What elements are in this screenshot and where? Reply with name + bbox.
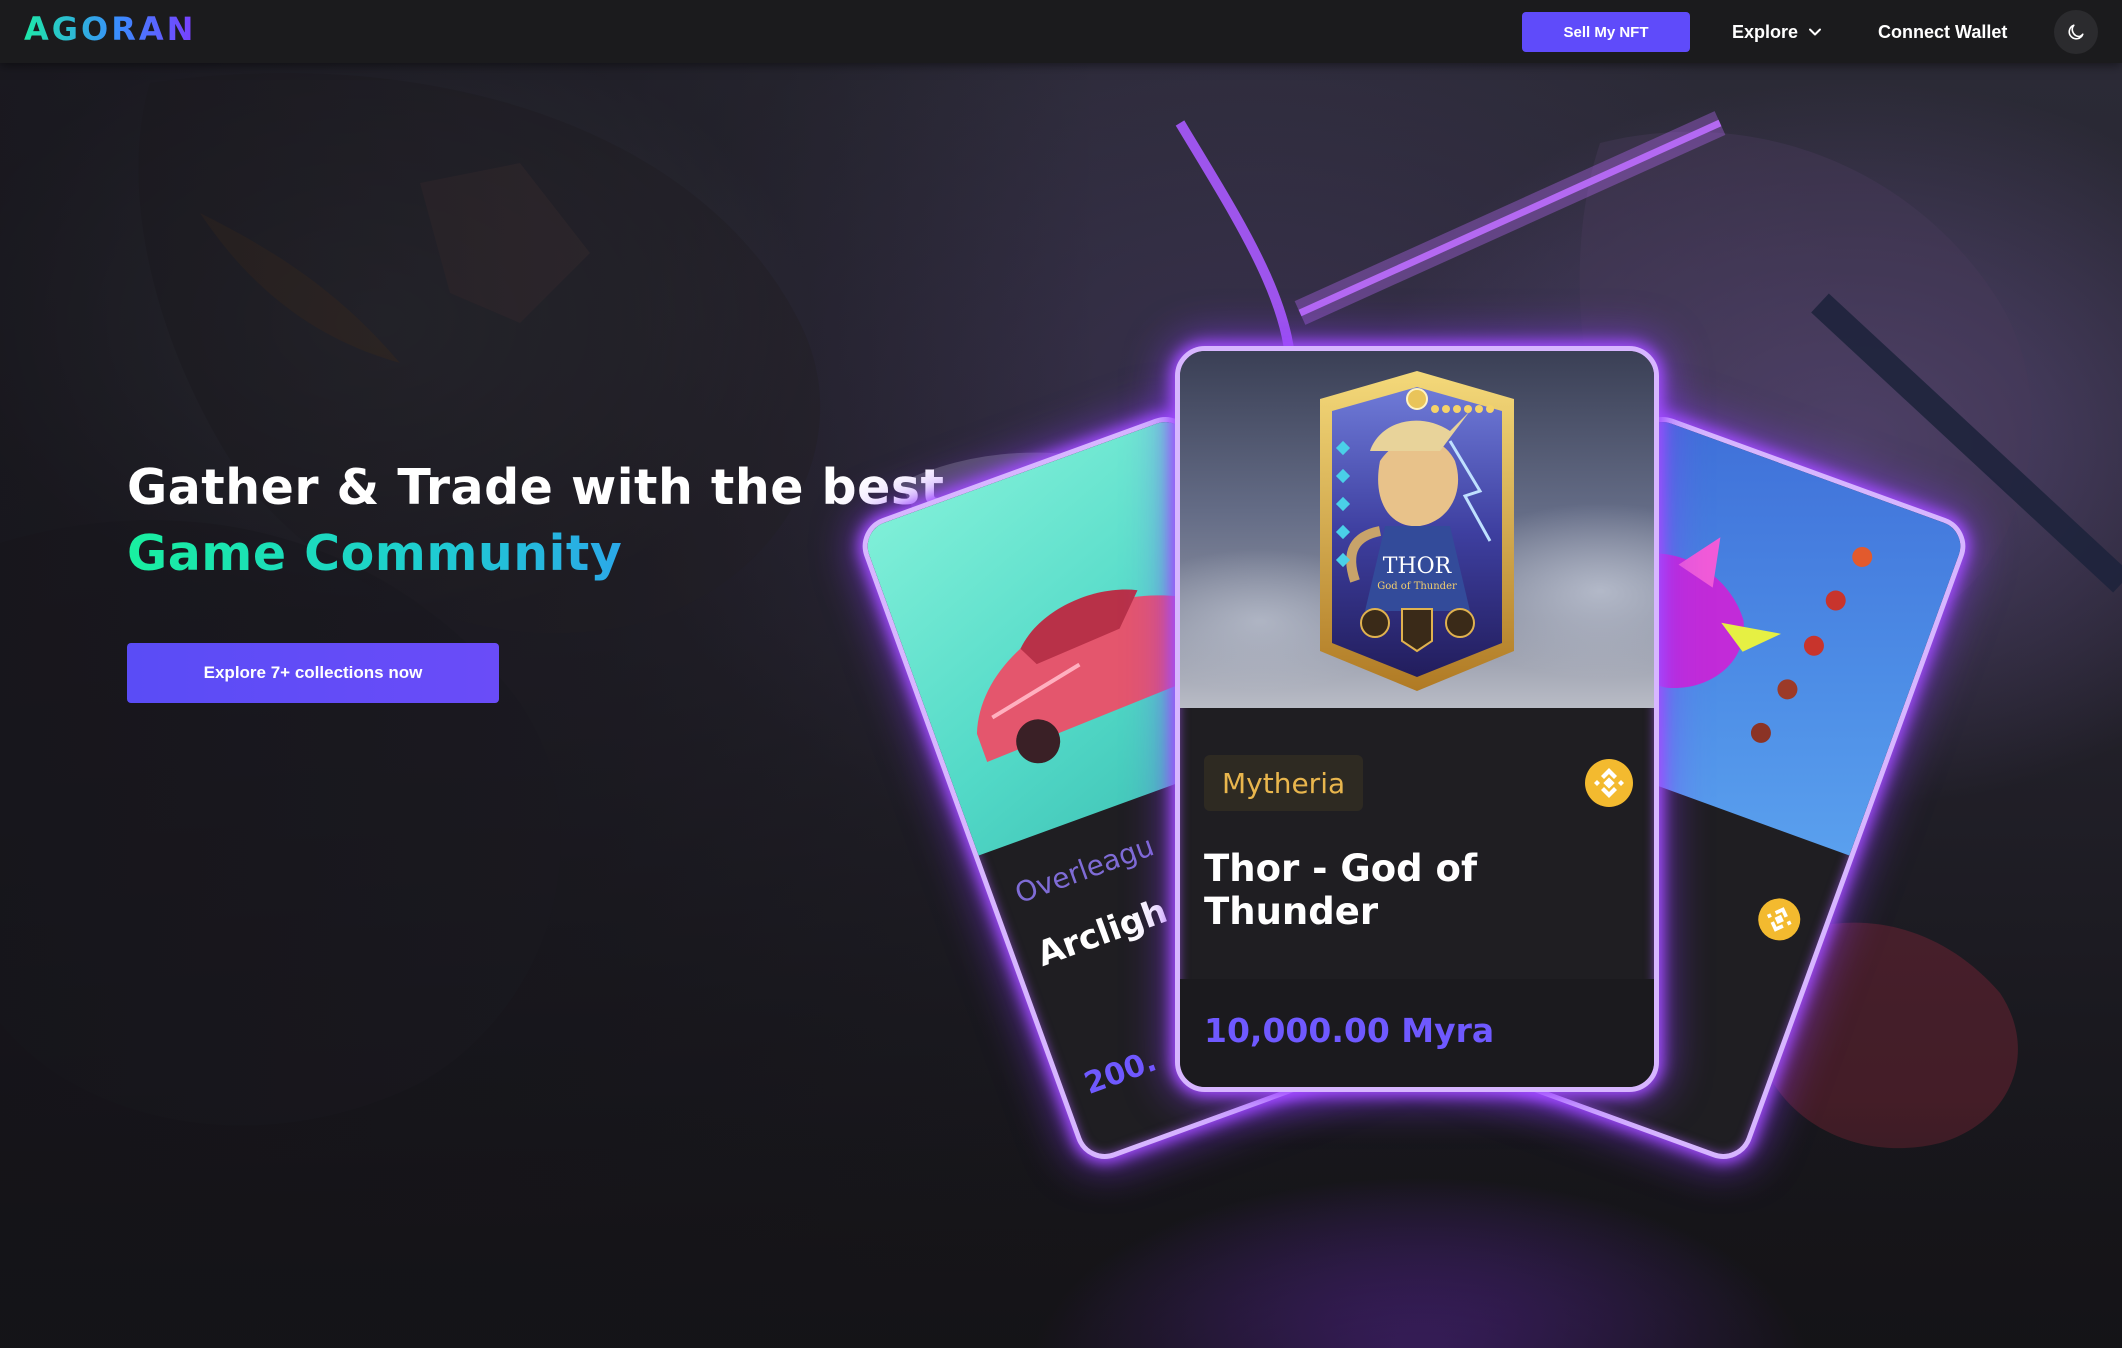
thor-art-subtitle: God of Thunder	[1377, 581, 1457, 592]
card-collection-tag[interactable]: Mytheria	[1204, 755, 1364, 811]
chevron-down-icon	[1809, 28, 1822, 36]
explore-label: Explore	[1732, 21, 1799, 42]
moon-icon	[2068, 24, 2084, 40]
thor-art-title: THOR	[1383, 554, 1453, 579]
logo-text: AGORAN	[24, 10, 197, 48]
headline-line-2: Game Community	[127, 521, 622, 587]
card-price: 200.	[1079, 1043, 1162, 1102]
connect-wallet-link[interactable]: Connect Wallet	[1878, 12, 2007, 52]
explore-menu[interactable]: Explore	[1732, 12, 1822, 52]
hero-headline: Gather & Trade with the best Game Commun…	[127, 455, 944, 587]
agoran-logo[interactable]: AGORAN	[24, 13, 196, 45]
binance-icon	[1585, 759, 1633, 807]
thor-card-art: THOR God of Thunder	[1320, 371, 1514, 691]
headline-line-1: Gather & Trade with the best	[127, 459, 945, 516]
card-title: Thor - God of Thunder	[1204, 847, 1478, 933]
explore-collections-button[interactable]: Explore 7+ collections now	[127, 643, 499, 703]
page: AGORAN Sell My NFT Explore Connect Walle…	[0, 0, 2122, 1348]
nft-card-featured[interactable]: THOR God of Thunder Mytheria Thor - God …	[1175, 346, 1659, 1092]
card-collection-label: Overleagu	[1010, 829, 1159, 911]
card-price: 10,000.00 Myra	[1204, 1011, 1495, 1050]
navbar: AGORAN Sell My NFT Explore Connect Walle…	[0, 0, 2122, 63]
theme-toggle-button[interactable]	[2054, 10, 2098, 54]
card-image-thor: THOR God of Thunder	[1180, 351, 1654, 708]
card-title: Arcligh	[1031, 891, 1173, 975]
sell-my-nft-button[interactable]: Sell My NFT	[1522, 12, 1690, 52]
bottom-fade	[0, 1100, 2122, 1348]
binance-icon	[1758, 898, 1801, 941]
